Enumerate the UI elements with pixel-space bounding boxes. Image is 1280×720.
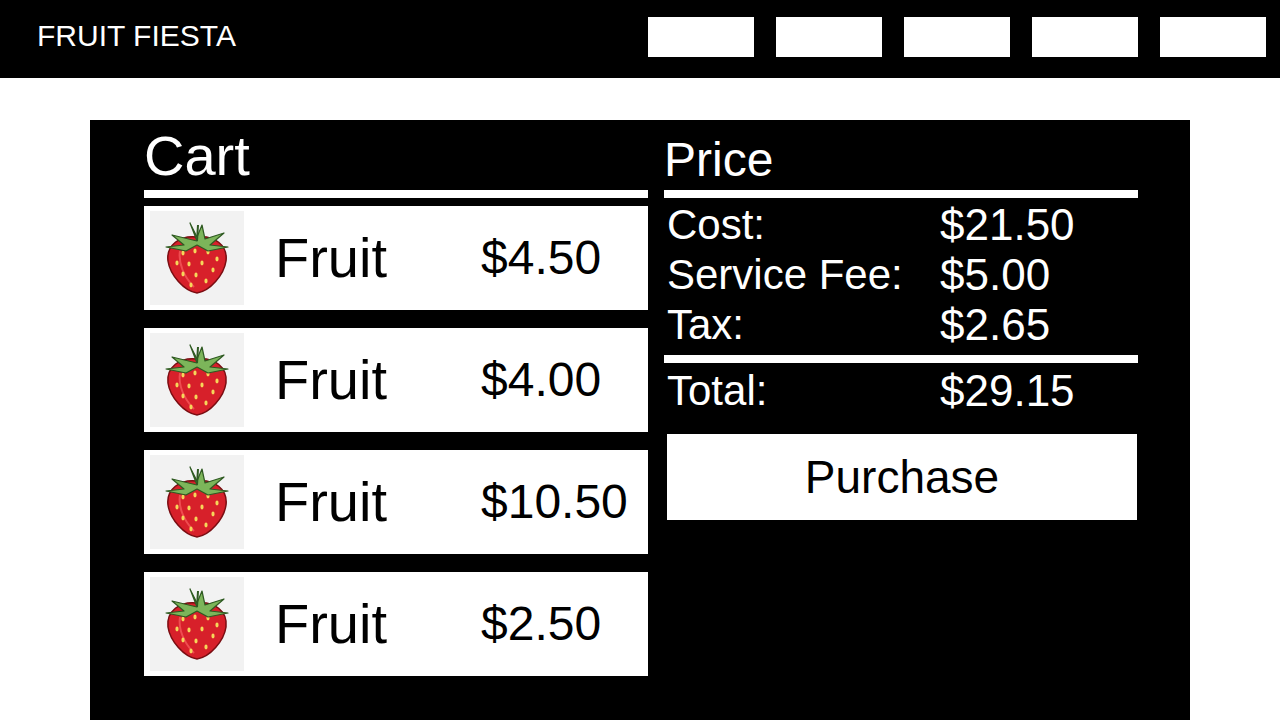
price-section: Price Cost:$21.50Service Fee:$5.00Tax:$2… [664, 120, 1138, 720]
strawberry-icon [150, 455, 244, 549]
cart-divider [144, 190, 648, 198]
price-value: $21.50 [940, 203, 1075, 247]
price-value: $5.00 [940, 253, 1050, 297]
fruit-image [150, 333, 244, 427]
strawberry-icon [150, 333, 244, 427]
fruit-image [150, 211, 244, 305]
price-label: Cost: [667, 204, 940, 246]
cart-item[interactable]: Fruit$4.50 [144, 206, 648, 310]
item-name: Fruit [275, 596, 481, 652]
nav-button[interactable] [1032, 17, 1138, 57]
cart-item[interactable]: Fruit$2.50 [144, 572, 648, 676]
price-label: Tax: [667, 304, 940, 346]
total-divider [664, 355, 1138, 363]
cart-section: Cart Fruit$4.50Fruit$4.00Fruit$10.50Frui… [144, 120, 648, 720]
cart-item[interactable]: Fruit$10.50 [144, 450, 648, 554]
price-row: Service Fee:$5.00 [664, 250, 1138, 300]
item-name: Fruit [275, 474, 481, 530]
total-row: Total: $29.15 [664, 363, 1138, 419]
total-label: Total: [667, 370, 940, 412]
nav-button[interactable] [904, 17, 1010, 57]
item-name: Fruit [275, 352, 481, 408]
fruit-image [150, 455, 244, 549]
site-title[interactable]: FRUIT FIESTA [37, 21, 236, 51]
nav-button[interactable] [1160, 17, 1266, 57]
price-label: Service Fee: [667, 254, 940, 296]
top-bar: FRUIT FIESTA [0, 0, 1280, 78]
cart-list: Fruit$4.50Fruit$4.00Fruit$10.50Fruit$2.5… [144, 206, 648, 676]
nav-bar [648, 17, 1266, 57]
purchase-button[interactable]: Purchase [667, 434, 1137, 520]
cart-item[interactable]: Fruit$4.00 [144, 328, 648, 432]
nav-button[interactable] [648, 17, 754, 57]
fruit-image [150, 577, 244, 671]
cart-heading: Cart [144, 128, 250, 184]
item-price: $4.00 [481, 356, 601, 404]
item-name: Fruit [275, 230, 481, 286]
strawberry-icon [150, 577, 244, 671]
price-row: Tax:$2.65 [664, 300, 1138, 350]
price-heading: Price [664, 136, 773, 184]
nav-button[interactable] [776, 17, 882, 57]
price-row: Cost:$21.50 [664, 200, 1138, 250]
item-price: $10.50 [481, 478, 628, 526]
total-value: $29.15 [940, 369, 1075, 413]
strawberry-icon [150, 211, 244, 305]
item-price: $4.50 [481, 234, 601, 282]
price-list: Cost:$21.50Service Fee:$5.00Tax:$2.65 [664, 200, 1138, 350]
cart-panel: Cart Fruit$4.50Fruit$4.00Fruit$10.50Frui… [90, 120, 1190, 720]
price-value: $2.65 [940, 303, 1050, 347]
price-divider [664, 190, 1138, 198]
item-price: $2.50 [481, 600, 601, 648]
